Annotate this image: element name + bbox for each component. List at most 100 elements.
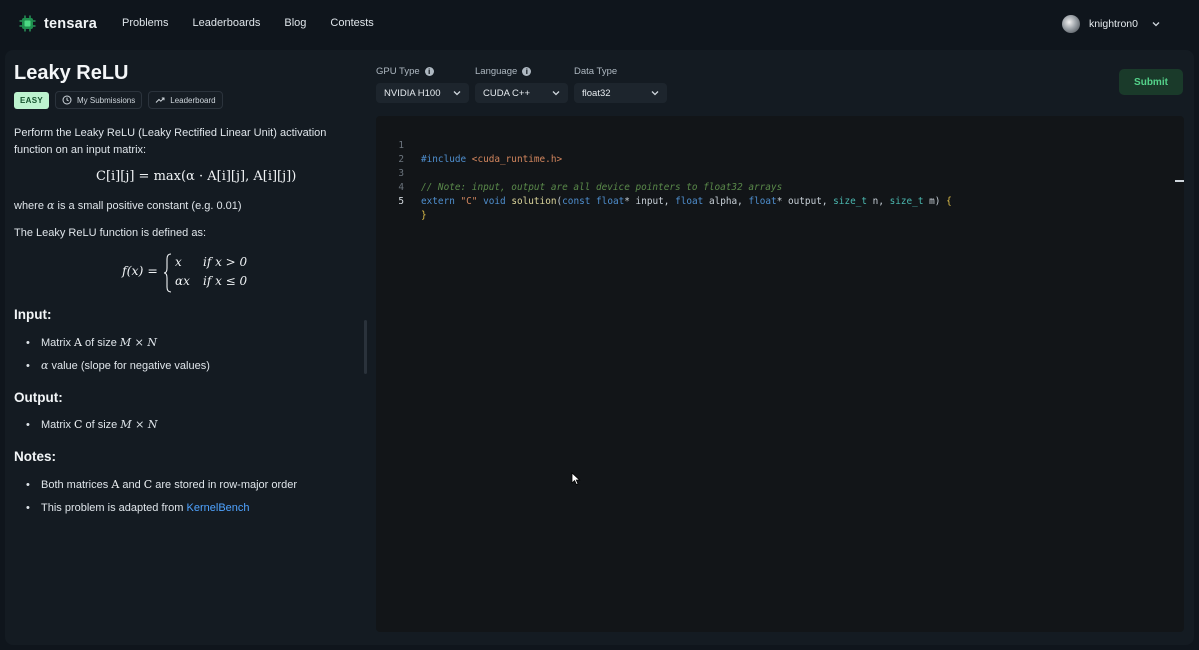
editor-overview-marker [1175,180,1184,182]
code-line[interactable]: 2 [376,139,410,165]
leaderboard-button[interactable]: Leaderboard [148,91,223,109]
piecewise-lhs: f(x) = [122,263,158,278]
output-list: Matrix C of size M × N [26,417,157,440]
code-token: m) [923,196,947,207]
kernelbench-link[interactable]: KernelBench [187,502,250,514]
list-item-text: of size [85,337,117,349]
list-item: This problem is adapted from KernelBench [26,500,297,523]
code-line[interactable]: 3 // Note: input, output are all device … [376,153,782,193]
code-token: n, [867,196,890,207]
language-label: Language i [475,66,532,77]
intro-line-2: function on an input matrix: [14,144,147,156]
user-menu[interactable]: knightron0 [1061,15,1161,33]
info-icon[interactable]: i [424,67,434,76]
code-token: * output, [776,196,834,207]
code-token: float [748,196,777,207]
gpu-type-value: NVIDIA H100 [384,87,441,99]
list-item: Both matrices A and C are stored in row-… [26,477,297,500]
notes-heading: Notes: [14,449,57,464]
code-token: { [946,196,952,207]
brand-name: tensara [44,15,97,32]
code-token: solution [505,196,557,207]
code-token: #include [421,154,467,165]
input-list: Matrix A of size M × N α value (slope fo… [26,335,210,381]
brace-icon [163,253,172,293]
code-token: * input, [624,196,676,207]
output-heading: Output: [14,390,63,405]
language-select[interactable]: CUDA C++ [475,83,568,103]
data-type-label: Data Type [574,66,617,77]
list-item-text: of size [85,419,118,431]
difficulty-badge: EASY [14,91,49,109]
avatar [1061,15,1080,33]
problem-title: Leaky ReLU [14,62,129,84]
where-text: where α is a small positive constant (e.… [14,197,242,215]
matrix-symbol: C [74,418,83,431]
nav-link-leaderboards[interactable]: Leaderboards [192,17,260,29]
language-value: CUDA C++ [483,87,530,99]
my-submissions-button[interactable]: My Submissions [55,91,143,109]
defined-as-text: The Leaky ReLU function is defined as: [14,227,207,239]
code-line[interactable]: 1 #include <cuda_runtime.h> [376,125,562,165]
matrix-dimension: M × N [119,336,157,349]
list-item: α value (slope for negative values) [26,358,210,381]
list-item-text: This problem is adapted from [41,502,184,514]
nav-link-problems[interactable]: Problems [122,17,168,29]
username: knightron0 [1088,18,1138,30]
gpu-type-select[interactable]: NVIDIA H100 [376,83,469,103]
data-type-select[interactable]: float32 [574,83,667,103]
input-heading: Input: [14,307,52,322]
matrix-symbol: A [111,478,120,491]
list-item-text: and [122,479,141,491]
data-type-label-text: Data Type [574,66,618,77]
description-scrollbar[interactable] [364,320,367,374]
code-token: "C" [454,196,478,207]
code-token: extern [421,196,455,207]
problem-intro: Perform the Leaky ReLU (Leaky Rectified … [14,125,326,159]
leaderboard-label: Leaderboard [170,95,216,105]
code-content[interactable]: 1 #include <cuda_runtime.h> 2 3 // Note:… [376,125,951,221]
case-1-condition: if x > 0 [203,255,248,269]
chevron-down-icon [651,91,659,96]
code-token: size_t [889,196,924,207]
list-item: Matrix C of size M × N [26,417,157,440]
where-rest: is a small positive constant (e.g. 0.01) [57,200,242,212]
list-item-text: Matrix [41,337,71,349]
top-navbar: tensara Problems Leaderboards Blog Conte… [0,0,1199,48]
chevron-down-icon [453,91,461,96]
alpha-symbol: α [41,359,49,372]
code-line[interactable]: 5 } [376,181,426,221]
gpu-type-label-text: GPU Type [376,66,420,77]
mouse-pointer-icon [571,472,581,486]
notes-list: Both matrices A and C are stored in row-… [26,477,297,523]
tensara-logo-icon [19,15,36,32]
case-2-condition: if x ≤ 0 [203,274,248,288]
list-item-text: Matrix [41,419,71,431]
language-label-text: Language [475,66,518,77]
code-line[interactable]: 4 extern "C" void solution(const float* … [376,167,951,207]
alpha-symbol: α [47,199,55,212]
code-editor[interactable]: 1 #include <cuda_runtime.h> 2 3 // Note:… [376,116,1184,632]
info-icon[interactable]: i [522,67,532,76]
nav-links: Problems Leaderboards Blog Contests [122,17,398,29]
case-1-value: x [175,255,182,269]
list-item: Matrix A of size M × N [26,335,210,358]
brand-logo[interactable]: tensara [19,15,97,32]
submit-button[interactable]: Submit [1119,69,1183,95]
code-token: void [477,196,506,207]
intro-line-1: Perform the Leaky ReLU (Leaky Rectified … [14,127,327,139]
formula-main: C[i][j] = max(α · A[i][j], A[i][j]) [96,169,297,184]
trending-icon [155,97,165,103]
chevron-down-icon [1152,22,1160,27]
list-item-text: value (slope for negative values) [51,360,210,372]
nav-link-contests[interactable]: Contests [330,17,373,29]
nav-link-blog[interactable]: Blog [284,17,306,29]
matrix-symbol: C [143,478,153,491]
matrix-dimension: M × N [120,418,158,431]
chevron-down-icon [552,91,560,96]
code-token: size_t [833,196,868,207]
piecewise-formula: f(x) = x if x > 0 αx if x ≤ 0 [122,253,262,293]
code-token: } [421,210,427,221]
list-item-text: Both matrices [41,479,109,491]
code-comment: // Note: input, output are all device po… [421,182,783,193]
